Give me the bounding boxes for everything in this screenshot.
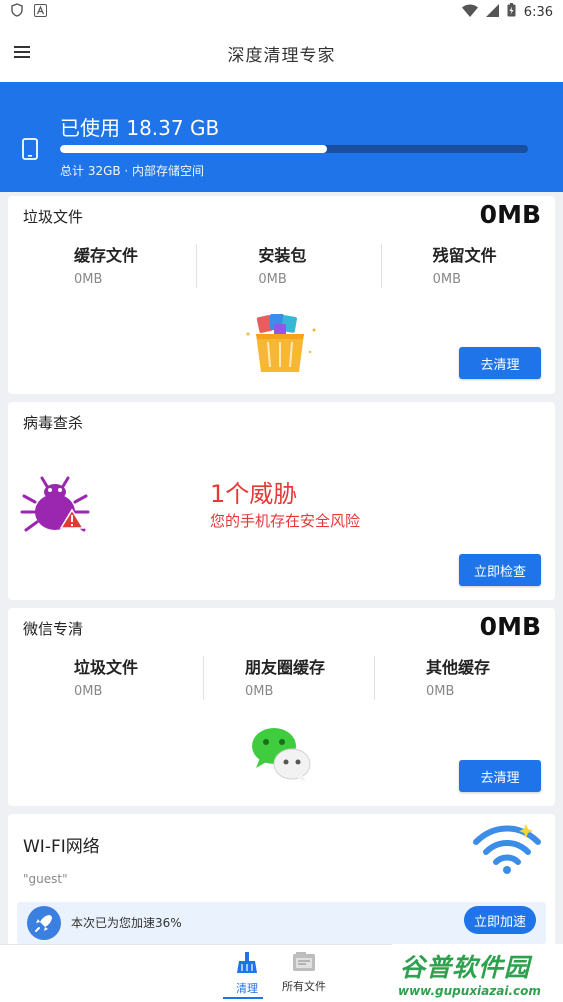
rocket-icon bbox=[27, 906, 61, 944]
threat-count: 1个威胁 bbox=[210, 480, 298, 508]
page-title: 深度清理专家 bbox=[227, 45, 336, 66]
wechat-clean-total: 0MB bbox=[479, 612, 541, 641]
junk-files-title: 垃圾文件 bbox=[23, 208, 84, 226]
active-tab-indicator bbox=[223, 997, 263, 999]
storage-total-text: 总计 32GB · 内部存储空间 bbox=[60, 164, 205, 178]
virus-scan-title: 病毒查杀 bbox=[23, 414, 84, 432]
storage-used-text: 已使用 18.37 GB bbox=[60, 116, 220, 140]
junk-clean-button[interactable]: 去清理 bbox=[459, 347, 541, 379]
wifi-signal-icon bbox=[461, 4, 478, 21]
menu-icon[interactable] bbox=[12, 42, 32, 62]
watermark-logo: 谷普软件园 www.gupuxiazai.com bbox=[392, 944, 563, 1002]
wechat-item-moments: 朋友圈缓存 0MB bbox=[203, 654, 374, 700]
wechat-logo-icon bbox=[250, 726, 312, 788]
junk-files-card: 垃圾文件 0MB 缓存文件 0MB 安装包 0MB 残留文件 0MB 去清理 bbox=[8, 196, 555, 394]
virus-check-button[interactable]: 立即检查 bbox=[459, 554, 541, 586]
broom-icon bbox=[236, 952, 258, 978]
junk-item-apk: 安装包 0MB bbox=[196, 242, 380, 288]
battery-icon bbox=[507, 3, 516, 21]
junk-item-cache: 缓存文件 0MB bbox=[74, 246, 139, 287]
storage-progress-fill bbox=[60, 145, 327, 153]
shield-icon bbox=[10, 3, 24, 21]
app-bar: 深度清理专家 bbox=[0, 24, 563, 82]
files-icon bbox=[292, 952, 316, 976]
phone-icon bbox=[22, 138, 38, 164]
storage-progress-bar bbox=[60, 145, 528, 153]
clock: 6:36 bbox=[523, 4, 553, 20]
junk-files-breakdown: 缓存文件 0MB 安装包 0MB 残留文件 0MB bbox=[8, 242, 555, 288]
storage-summary: 已使用 18.37 GB 总计 32GB · 内部存储空间 bbox=[0, 82, 563, 192]
status-bar: 6:36 bbox=[0, 0, 563, 24]
tab-all-files[interactable]: 所有文件 bbox=[274, 951, 334, 994]
wifi-title: WI-FI网络 bbox=[23, 837, 100, 857]
wechat-clean-title: 微信专清 bbox=[23, 620, 84, 638]
tab-clean[interactable]: 清理 bbox=[217, 951, 277, 999]
boost-now-button[interactable]: 立即加速 bbox=[464, 906, 536, 934]
watermark-title: 谷普软件园 bbox=[400, 953, 531, 982]
wechat-breakdown: 垃圾文件 0MB 朋友圈缓存 0MB 其他缓存 0MB bbox=[8, 654, 555, 700]
wifi-icon bbox=[472, 822, 542, 880]
wifi-network-name: "guest" bbox=[23, 872, 68, 886]
boost-banner: 本次已为您加速36% 立即加速 bbox=[17, 902, 546, 944]
wechat-clean-card: 微信专清 0MB 垃圾文件 0MB 朋友圈缓存 0MB 其他缓存 0MB 去清理 bbox=[8, 608, 555, 806]
watermark-url: www.gupuxiazai.com bbox=[398, 984, 541, 998]
virus-scan-card: 病毒查杀 1个威胁 您的手机存在安全风险 立即检查 bbox=[8, 402, 555, 600]
wechat-item-junk: 垃圾文件 0MB bbox=[74, 658, 139, 699]
trash-bin-icon bbox=[244, 312, 318, 380]
junk-item-residual: 残留文件 0MB bbox=[380, 242, 555, 288]
bug-warning-icon bbox=[20, 468, 90, 540]
notification-a-icon bbox=[34, 3, 47, 21]
junk-files-total: 0MB bbox=[479, 200, 541, 229]
cell-signal-icon bbox=[485, 3, 499, 21]
wifi-card: WI-FI网络 "guest" 本次已为您加速36% 立即加速 bbox=[8, 814, 555, 954]
boost-text: 本次已为您加速36% bbox=[71, 916, 182, 930]
threat-description: 您的手机存在安全风险 bbox=[210, 512, 361, 530]
wechat-clean-button[interactable]: 去清理 bbox=[459, 760, 541, 792]
wechat-item-other: 其他缓存 0MB bbox=[374, 654, 555, 700]
